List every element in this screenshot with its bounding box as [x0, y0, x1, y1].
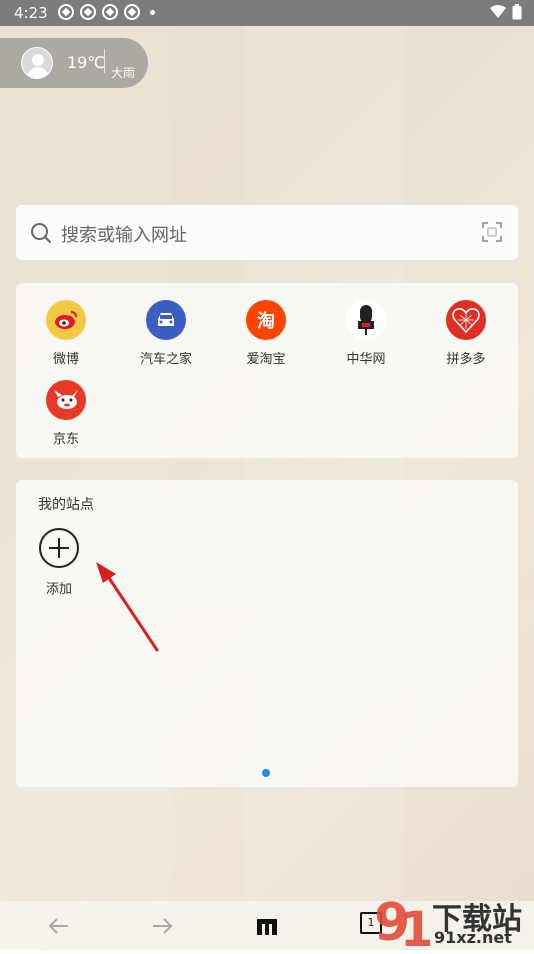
search-bar[interactable]: 搜索或输入网址: [16, 205, 518, 260]
autohome-icon: [146, 300, 186, 340]
notification-icon: [124, 4, 140, 20]
status-bar: 4:23: [0, 0, 534, 26]
weather-widget[interactable]: 19℃ 大雨: [0, 38, 148, 88]
forward-icon[interactable]: [149, 913, 175, 939]
wifi-icon: [490, 5, 506, 18]
quick-link-weibo[interactable]: 微博: [16, 300, 116, 367]
quick-link-label: 拼多多: [446, 352, 486, 367]
quick-link-label: 京东: [52, 432, 79, 447]
search-icon: [31, 223, 51, 243]
avatar[interactable]: [21, 47, 53, 79]
quick-link-label: 微博: [52, 352, 79, 367]
quick-link-jd[interactable]: 京东: [16, 380, 116, 447]
notification-icon: [58, 4, 74, 20]
quick-links-panel: 微博 汽车之家 淘 爱淘宝 中华网 拼多多 京东: [16, 283, 518, 458]
pinduoduo-icon: [446, 300, 486, 340]
taobao-icon: 淘: [246, 300, 286, 340]
quick-link-taobao[interactable]: 淘 爱淘宝: [216, 300, 316, 367]
quick-link-label: 爱淘宝: [246, 352, 286, 367]
search-input[interactable]: 搜索或输入网址: [61, 221, 187, 247]
quick-link-pinduoduo[interactable]: 拼多多: [416, 300, 516, 367]
quick-link-china-com[interactable]: 中华网: [316, 300, 416, 367]
quick-link-autohome[interactable]: 汽车之家: [116, 300, 216, 367]
add-site-label: 添加: [45, 582, 72, 597]
taobao-icon-glyph: 淘: [257, 311, 275, 332]
watermark-url: 91xz.net: [434, 928, 512, 947]
china-com-icon: [346, 300, 386, 340]
more-notifications-dot: [150, 9, 155, 15]
status-time: 4:23: [14, 4, 48, 22]
page-indicator-dot: [262, 769, 270, 777]
weibo-icon: [46, 300, 86, 340]
my-sites-panel: 我的站点 添加: [16, 480, 518, 787]
site-watermark: 9 1 下载站 91xz.net: [370, 888, 534, 954]
notification-icon: [102, 4, 118, 20]
menu-icon[interactable]: [255, 915, 279, 937]
add-site-button[interactable]: 添加: [38, 527, 80, 597]
quick-link-label: 汽车之家: [139, 352, 192, 367]
scan-icon[interactable]: [482, 222, 502, 242]
notification-icon: [80, 4, 96, 20]
notification-icons: [58, 4, 155, 20]
quick-link-label: 中华网: [346, 352, 386, 367]
jd-icon: [46, 380, 86, 420]
weather-temperature: 19℃: [67, 53, 106, 72]
svg-text:1: 1: [400, 902, 433, 950]
add-icon: [39, 528, 79, 568]
weather-condition: 大雨: [111, 66, 136, 80]
divider: [104, 49, 105, 73]
wallpaper: [0, 0, 534, 950]
back-icon[interactable]: [46, 913, 72, 939]
my-sites-title: 我的站点: [38, 497, 94, 513]
battery-icon: [512, 4, 522, 20]
